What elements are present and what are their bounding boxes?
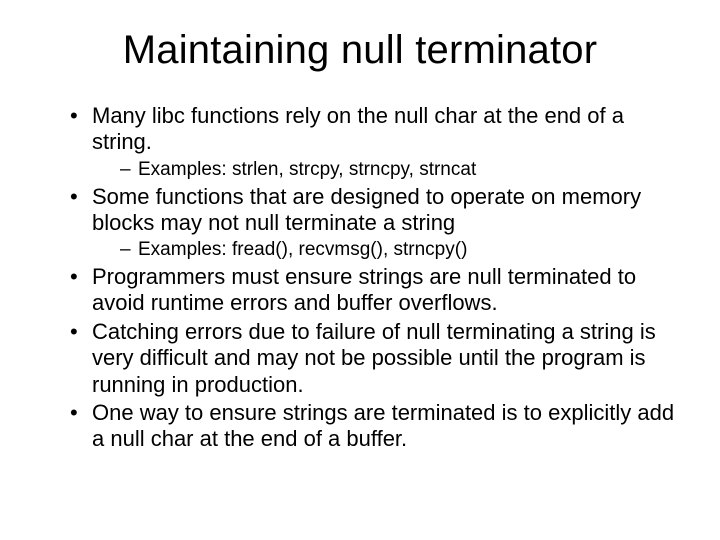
bullet-text: Programmers must ensure strings are null…: [92, 264, 636, 315]
sub-bullet-text: Examples: strlen, strcpy, strncpy, strnc…: [138, 159, 476, 180]
sub-list: Examples: fread(), recvmsg(), strncpy(): [92, 238, 680, 262]
list-item: Programmers must ensure strings are null…: [70, 264, 680, 317]
bullet-list: Many libc functions rely on the null cha…: [40, 103, 680, 453]
list-item: Many libc functions rely on the null cha…: [70, 103, 680, 182]
sub-bullet-text: Examples: fread(), recvmsg(), strncpy(): [138, 239, 467, 260]
list-item: One way to ensure strings are terminated…: [70, 400, 680, 453]
slide: Maintaining null terminator Many libc fu…: [0, 0, 720, 540]
bullet-text: Some functions that are designed to oper…: [92, 184, 641, 235]
bullet-text: Catching errors due to failure of null t…: [92, 319, 656, 397]
list-item: Examples: fread(), recvmsg(), strncpy(): [120, 238, 680, 262]
list-item: Catching errors due to failure of null t…: [70, 319, 680, 398]
sub-list: Examples: strlen, strcpy, strncpy, strnc…: [92, 158, 680, 182]
slide-title: Maintaining null terminator: [40, 28, 680, 73]
bullet-text: Many libc functions rely on the null cha…: [92, 103, 624, 154]
list-item: Some functions that are designed to oper…: [70, 184, 680, 263]
bullet-text: One way to ensure strings are terminated…: [92, 400, 674, 451]
list-item: Examples: strlen, strcpy, strncpy, strnc…: [120, 158, 680, 182]
